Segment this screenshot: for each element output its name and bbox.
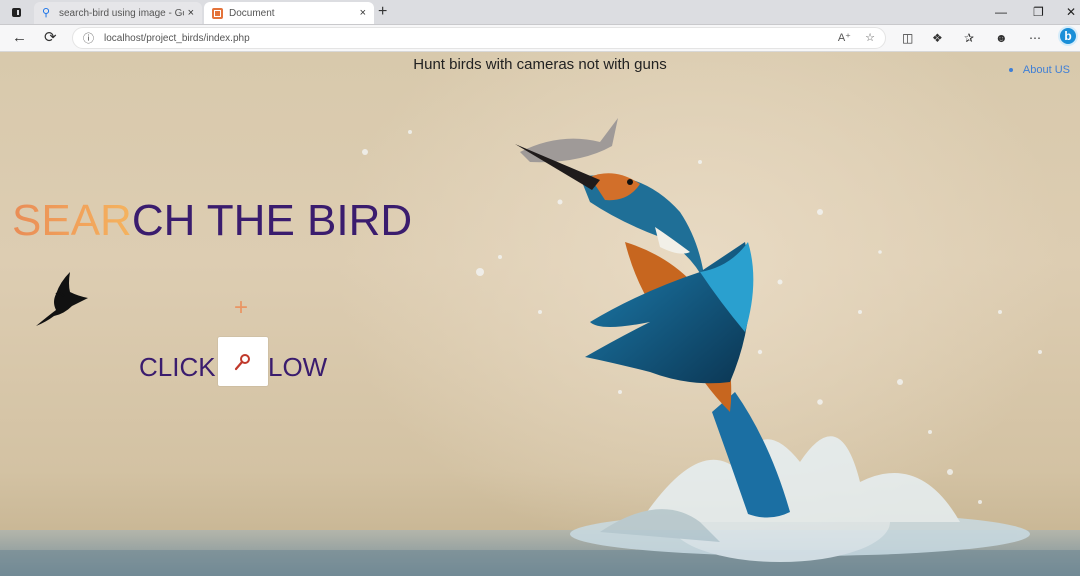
profile-icon[interactable]: ☻ bbox=[995, 30, 1008, 46]
address-text[interactable]: localhost/project_birds/index.php bbox=[104, 33, 250, 44]
bing-icon[interactable]: b bbox=[1058, 26, 1078, 46]
extensions-icon[interactable]: ❖ bbox=[932, 30, 943, 46]
tab-search-bird[interactable]: ⚲ search-bird using image - Google × bbox=[34, 2, 202, 24]
headline: SEARCH THE BIRD bbox=[12, 196, 412, 246]
plus-sign: + bbox=[234, 294, 249, 321]
page-content: Hunt birds with cameras not with guns Ab… bbox=[0, 52, 1080, 576]
headline-rest: CH THE BIRD bbox=[131, 196, 413, 245]
close-icon[interactable]: × bbox=[188, 7, 194, 19]
minimize-icon[interactable]: — bbox=[995, 3, 1007, 21]
new-tab-button[interactable]: + bbox=[378, 3, 387, 21]
click-below-label-part1: CLICK bbox=[139, 352, 216, 382]
magnifier-icon bbox=[234, 353, 250, 370]
tab-document[interactable]: Document × bbox=[204, 2, 374, 24]
image-search-button[interactable] bbox=[218, 337, 268, 386]
favorite-icon[interactable]: ☆ bbox=[865, 31, 875, 44]
window-close-icon[interactable]: ✕ bbox=[1066, 3, 1076, 21]
tab-actions-icon[interactable] bbox=[8, 4, 24, 20]
search-icon: ⚲ bbox=[42, 6, 51, 19]
address-bar[interactable]: ⓘ localhost/project_birds/index.php A⁺ ☆ bbox=[72, 27, 886, 49]
info-icon[interactable]: ⓘ bbox=[83, 30, 94, 46]
back-icon[interactable]: ← bbox=[12, 29, 27, 47]
read-aloud-icon[interactable]: A⁺ bbox=[838, 31, 851, 44]
more-icon[interactable]: ⋯ bbox=[1029, 30, 1041, 46]
reload-icon[interactable]: ⟳ bbox=[44, 29, 57, 47]
tab-title: Document bbox=[229, 7, 275, 19]
tab-title: search-bird using image - Google bbox=[59, 7, 184, 19]
split-screen-icon[interactable]: ◫ bbox=[902, 30, 913, 46]
favorites-bar-icon[interactable]: ✰ bbox=[964, 30, 974, 46]
about-us-link[interactable]: About US bbox=[1008, 64, 1070, 76]
bullet-icon bbox=[1008, 68, 1013, 72]
about-us-label: About US bbox=[1022, 64, 1070, 76]
close-icon[interactable]: × bbox=[360, 7, 366, 19]
kingfisher-background-image bbox=[0, 118, 1080, 576]
document-icon bbox=[212, 7, 223, 19]
click-below-label-part2: LOW bbox=[268, 352, 328, 382]
headline-accent: SEAR bbox=[12, 196, 132, 245]
browser-nav-bar: ← ⟳ ⓘ localhost/project_birds/index.php … bbox=[0, 25, 1080, 52]
bird-silhouette-icon bbox=[36, 272, 88, 326]
browser-tab-bar: ⚲ search-bird using image - Google × Doc… bbox=[0, 0, 1080, 25]
page-tagline: Hunt birds with cameras not with guns bbox=[413, 56, 667, 73]
maximize-icon[interactable]: ❐ bbox=[1033, 3, 1044, 21]
